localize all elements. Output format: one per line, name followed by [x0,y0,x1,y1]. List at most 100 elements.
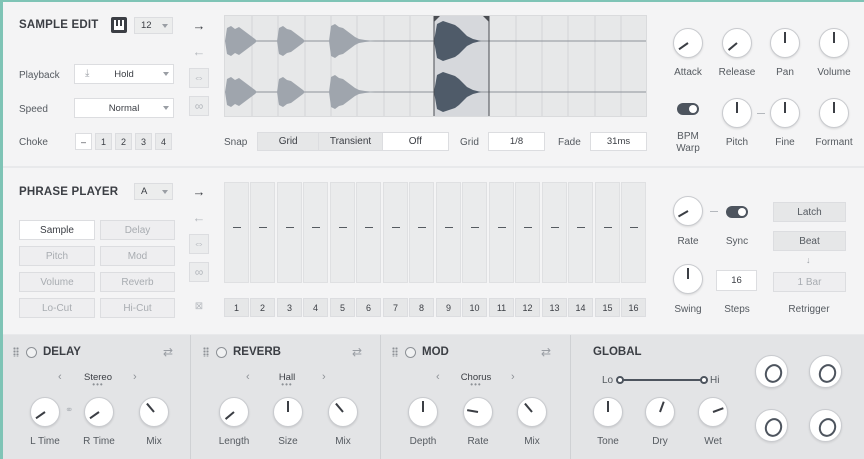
step-number-5[interactable]: 5 [330,298,355,317]
latch-button[interactable]: Latch [773,202,846,222]
formant-knob[interactable] [819,98,849,128]
step-6[interactable] [356,182,381,283]
step-14[interactable] [568,182,593,283]
step-number-4[interactable]: 4 [303,298,328,317]
delay-r-time-knob[interactable] [84,397,114,427]
step-number-6[interactable]: 6 [356,298,381,317]
delay-next-arrow[interactable]: › [133,371,137,383]
phrase-button-volume[interactable]: Volume [19,272,95,292]
step-number-11[interactable]: 11 [489,298,514,317]
swap-icon[interactable]: ⇄ [163,345,173,359]
arrow-left-icon[interactable]: ← [189,207,209,227]
attack-knob[interactable] [673,28,703,58]
step-number-12[interactable]: 12 [515,298,540,317]
phrase-button-pitch[interactable]: Pitch [19,246,95,266]
phrase-button-sample[interactable]: Sample [19,220,95,240]
range-handle-lo[interactable] [616,376,624,384]
release-knob[interactable] [722,28,752,58]
grid-value-field[interactable]: 1/8 [488,132,545,151]
macro-button-2[interactable] [809,355,842,388]
phrase-button-mod[interactable]: Mod [100,246,175,266]
step-number-15[interactable]: 15 [595,298,620,317]
choke-button-3[interactable]: 3 [135,133,152,150]
pingpong-icon[interactable]: ⇔ [189,68,209,88]
mod-depth-knob[interactable] [408,397,438,427]
swing-knob[interactable] [673,264,703,294]
mod-rate-knob[interactable] [463,397,493,427]
step-11[interactable] [489,182,514,283]
swap-icon[interactable]: ⇄ [352,345,362,359]
mod-next-arrow[interactable]: › [511,371,515,383]
global-dry-knob[interactable] [645,397,675,427]
step-3[interactable] [277,182,302,283]
phrase-button-reverb[interactable]: Reverb [100,272,175,292]
phrase-button-delay[interactable]: Delay [100,220,175,240]
step-16[interactable] [621,182,646,283]
lo-hi-range-slider[interactable] [616,376,708,384]
step-4[interactable] [303,182,328,283]
sync-toggle[interactable] [726,206,748,218]
reverb-next-arrow[interactable]: › [322,371,326,383]
reverb-enable-radio[interactable] [216,347,227,358]
fade-value-field[interactable]: 31ms [590,132,647,151]
waveform-display[interactable] [224,15,647,117]
snap-option-off[interactable]: Off [382,133,449,150]
playback-select[interactable]: ⤓ Hold [74,64,174,84]
step-number-14[interactable]: 14 [568,298,593,317]
step-number-7[interactable]: 7 [383,298,408,317]
delay-enable-radio[interactable] [26,347,37,358]
delay-l-time-knob[interactable] [30,397,60,427]
keyboard-icon[interactable] [111,17,127,33]
step-1[interactable] [224,182,249,283]
macro-button-4[interactable] [809,409,842,442]
bpm-warp-toggle[interactable] [677,103,699,115]
drag-handle-icon[interactable] [13,347,19,357]
swap-icon[interactable]: ⇄ [541,345,551,359]
link-icon[interactable]: ⚭ [65,405,73,416]
arrow-right-icon[interactable]: → [189,181,209,201]
step-number-13[interactable]: 13 [542,298,567,317]
choke-button-1[interactable]: 1 [95,133,112,150]
macro-button-1[interactable] [755,355,788,388]
rate-knob[interactable] [673,196,703,226]
steps-field[interactable]: 16 [716,270,757,291]
step-2[interactable] [250,182,275,283]
loop-icon[interactable]: ∞ [189,262,209,282]
step-number-2[interactable]: 2 [250,298,275,317]
sample-number-select[interactable]: 12 [134,17,173,34]
step-number-3[interactable]: 3 [277,298,302,317]
phrase-button-lo-cut[interactable]: Lo-Cut [19,298,95,318]
snap-option-transient[interactable]: Transient [319,133,383,150]
delay-mix-knob[interactable] [139,397,169,427]
step-10[interactable] [462,182,487,283]
reverb-mix-knob[interactable] [328,397,358,427]
global-wet-knob[interactable] [698,397,728,427]
loop-icon[interactable]: ∞ [189,96,209,116]
snap-option-grid[interactable]: Grid [258,133,320,150]
drag-handle-icon[interactable] [392,347,398,357]
range-handle-hi[interactable] [700,376,708,384]
step-number-10[interactable]: 10 [462,298,487,317]
step-5[interactable] [330,182,355,283]
step-number-8[interactable]: 8 [409,298,434,317]
volume-knob[interactable] [819,28,849,58]
macro-button-3[interactable] [755,409,788,442]
choke-button-2[interactable]: 2 [115,133,132,150]
reverb-size-knob[interactable] [273,397,303,427]
global-tone-knob[interactable] [593,397,623,427]
reverb-length-knob[interactable] [219,397,249,427]
drag-handle-icon[interactable] [203,347,209,357]
pitch-knob[interactable] [722,98,752,128]
arrow-right-icon[interactable]: → [189,15,209,35]
mod-enable-radio[interactable] [405,347,416,358]
pingpong-icon[interactable]: ⇔ [189,234,209,254]
mod-mix-knob[interactable] [517,397,547,427]
step-8[interactable] [409,182,434,283]
random-icon[interactable]: ⊠ [189,296,209,316]
step-15[interactable] [595,182,620,283]
reverb-prev-arrow[interactable]: ‹ [246,371,250,383]
pan-knob[interactable] [770,28,800,58]
step-number-9[interactable]: 9 [436,298,461,317]
bar-button[interactable]: 1 Bar [773,272,846,292]
step-13[interactable] [542,182,567,283]
